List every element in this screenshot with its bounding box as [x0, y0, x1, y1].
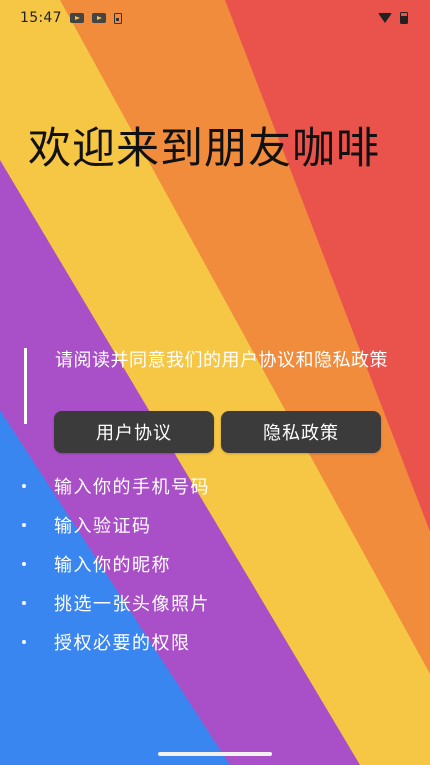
bullet-icon [22, 639, 26, 644]
setup-steps-list: 输入你的手机号码 输入验证码 输入你的昵称 挑选一张头像照片 授权必要的权限 [22, 466, 210, 661]
status-time: 15:47 [20, 10, 62, 26]
youtube-icon [69, 13, 84, 23]
wifi-icon [378, 13, 392, 23]
list-item: 输入你的手机号码 [22, 466, 210, 505]
welcome-title: 欢迎来到朋友咖啡 [28, 124, 380, 174]
user-agreement-button[interactable]: 用户协议 [54, 411, 214, 453]
step-label: 输入验证码 [54, 515, 152, 537]
step-label: 授权必要的权限 [54, 632, 191, 654]
battery-icon [400, 12, 408, 24]
bullet-icon [22, 561, 26, 566]
bullet-icon [22, 522, 26, 527]
status-left: 15:47 [20, 10, 122, 26]
bullet-icon [22, 483, 26, 488]
youtube-icon [91, 13, 106, 23]
list-item: 输入验证码 [22, 505, 210, 544]
step-label: 输入你的手机号码 [54, 476, 210, 498]
battery-saver-icon [113, 12, 122, 24]
bullet-icon [22, 600, 26, 605]
list-item: 授权必要的权限 [22, 622, 210, 661]
agreement-buttons: 用户协议 隐私政策 [54, 411, 381, 453]
step-label: 挑选一张头像照片 [54, 593, 210, 615]
list-item: 挑选一张头像照片 [22, 583, 210, 622]
status-right [378, 12, 408, 24]
status-bar: 15:47 [0, 0, 430, 36]
agreement-notice-text: 请阅读并同意我们的用户协议和隐私政策 [55, 350, 388, 371]
list-item: 输入你的昵称 [22, 544, 210, 583]
step-label: 输入你的昵称 [54, 554, 171, 576]
privacy-policy-button[interactable]: 隐私政策 [221, 411, 381, 453]
home-indicator[interactable] [158, 752, 272, 756]
